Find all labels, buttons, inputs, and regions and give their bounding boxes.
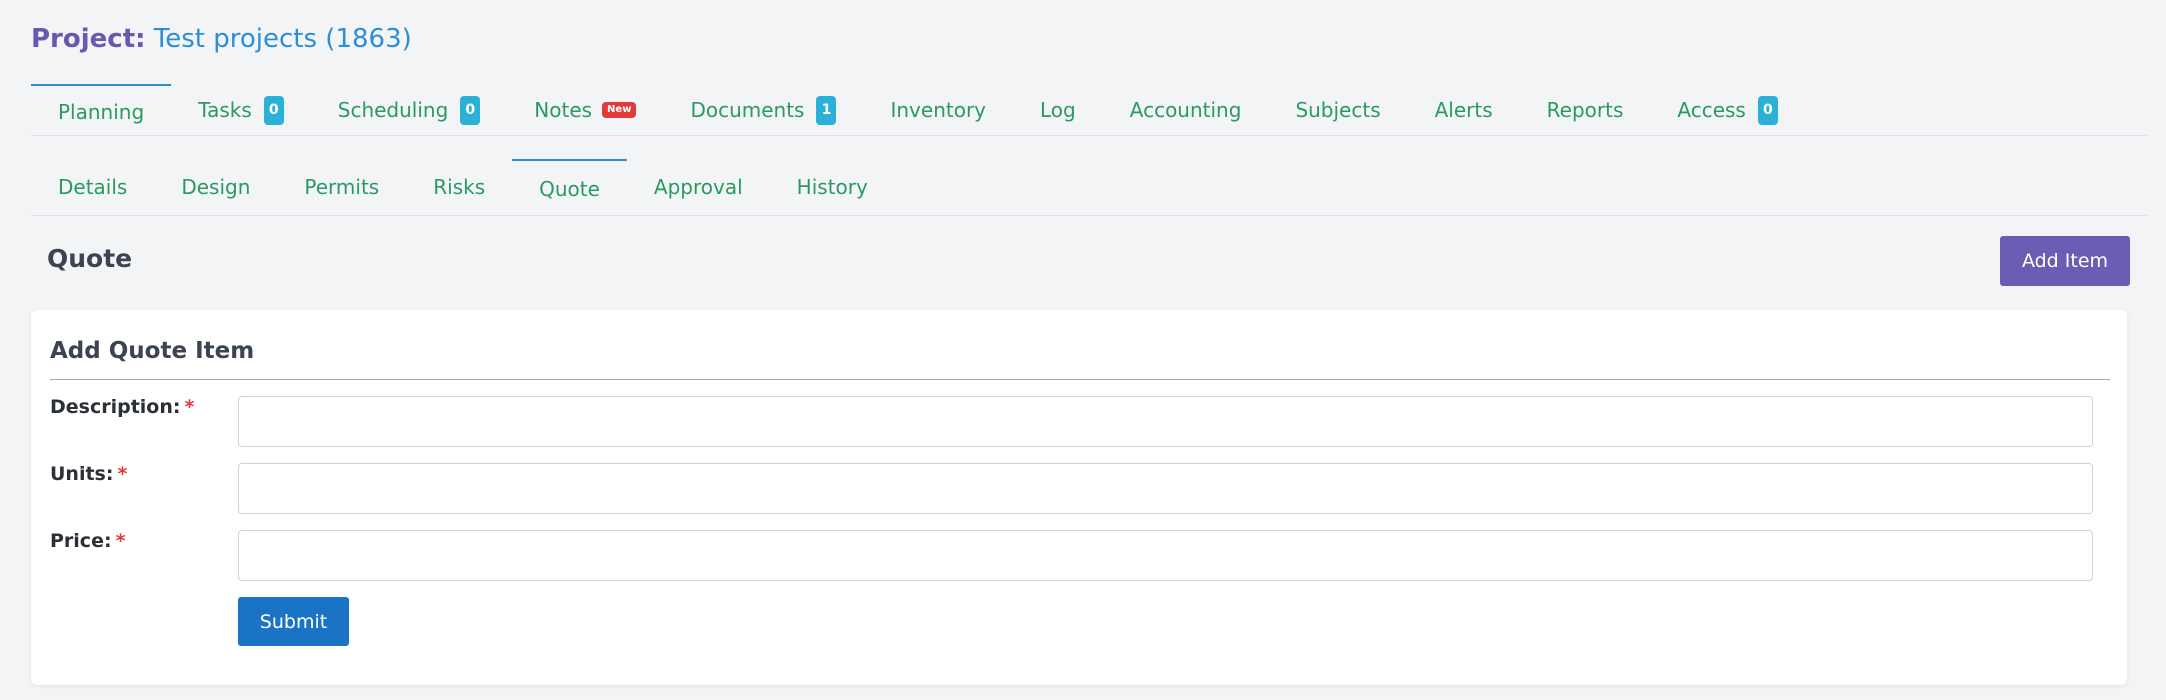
section-title: Quote: [47, 244, 133, 273]
tab-quote[interactable]: Quote: [512, 159, 627, 215]
tab-documents[interactable]: Documents 1: [663, 84, 863, 136]
count-badge: 0: [263, 95, 284, 125]
tab-label: Planning: [58, 99, 145, 124]
tab-label: Accounting: [1129, 98, 1242, 122]
tab-label: Log: [1040, 98, 1076, 122]
required-mark: *: [115, 530, 126, 552]
tab-inventory[interactable]: Inventory: [863, 84, 1013, 136]
tab-label: Quote: [539, 176, 600, 201]
tab-label: Tasks: [198, 98, 252, 122]
tab-history[interactable]: History: [770, 159, 895, 215]
description-input[interactable]: [238, 396, 2093, 447]
units-label: Units: *: [50, 463, 127, 485]
price-row: Price: *: [50, 530, 2093, 581]
tab-label: Approval: [653, 175, 743, 199]
tab-label: Scheduling: [337, 98, 449, 122]
submit-button[interactable]: Submit: [238, 597, 349, 646]
divider: [50, 379, 2110, 380]
main-tab-bar: Planning Tasks 0 Scheduling 0 Notes New …: [31, 84, 2147, 136]
tab-access[interactable]: Access 0: [1650, 84, 1804, 136]
tab-label: Permits: [304, 175, 380, 199]
field-label-text: Description:: [50, 396, 181, 418]
units-row: Units: *: [50, 463, 2093, 514]
form-title: Add Quote Item: [50, 338, 255, 364]
project-header: Project: Test projects (1863): [31, 22, 412, 56]
tab-alerts[interactable]: Alerts: [1408, 84, 1520, 136]
tab-design[interactable]: Design: [154, 159, 277, 215]
page: Project: Test projects (1863) Planning T…: [0, 0, 2166, 700]
tab-label: Subjects: [1295, 98, 1381, 122]
tab-scheduling[interactable]: Scheduling 0: [311, 84, 508, 136]
tab-label: Documents: [690, 98, 805, 122]
tab-permits[interactable]: Permits: [277, 159, 406, 215]
project-label: Project:: [31, 24, 146, 54]
description-row: Description: *: [50, 396, 2093, 447]
tab-risks[interactable]: Risks: [406, 159, 512, 215]
count-badge: 0: [460, 95, 481, 125]
new-badge: New: [602, 102, 637, 118]
tab-label: Inventory: [890, 98, 987, 122]
tab-label: Notes: [534, 98, 593, 122]
tab-label: Reports: [1546, 98, 1624, 122]
price-input[interactable]: [238, 530, 2093, 581]
tab-approval[interactable]: Approval: [627, 159, 770, 215]
description-label: Description: *: [50, 396, 194, 418]
project-name[interactable]: Test projects (1863): [154, 24, 412, 54]
sub-tab-bar: Details Design Permits Risks Quote Appro…: [31, 159, 2147, 216]
count-badge: 0: [1757, 95, 1778, 125]
tab-reports[interactable]: Reports: [1520, 84, 1651, 136]
required-mark: *: [184, 396, 195, 418]
tab-notes[interactable]: Notes New: [507, 84, 663, 136]
tab-label: Alerts: [1434, 98, 1493, 122]
tab-label: Design: [181, 175, 251, 199]
tab-tasks[interactable]: Tasks 0: [171, 84, 311, 136]
add-item-button[interactable]: Add Item: [2000, 236, 2130, 286]
tab-subjects[interactable]: Subjects: [1268, 84, 1407, 136]
units-input[interactable]: [238, 463, 2093, 514]
field-label-text: Price:: [50, 530, 112, 552]
count-badge: 1: [816, 95, 837, 125]
tab-label: Details: [58, 175, 128, 199]
tab-label: Access: [1677, 98, 1746, 122]
tab-planning[interactable]: Planning: [31, 84, 172, 136]
tab-log[interactable]: Log: [1013, 84, 1103, 136]
tab-label: History: [796, 175, 868, 199]
tab-label: Risks: [433, 175, 486, 199]
required-mark: *: [117, 463, 128, 485]
tab-details[interactable]: Details: [31, 159, 154, 215]
add-quote-item-card: Add Quote Item Description: * Units: * Pri…: [31, 310, 2127, 685]
tab-accounting[interactable]: Accounting: [1103, 84, 1269, 136]
price-label: Price: *: [50, 530, 126, 552]
field-label-text: Units:: [50, 463, 114, 485]
